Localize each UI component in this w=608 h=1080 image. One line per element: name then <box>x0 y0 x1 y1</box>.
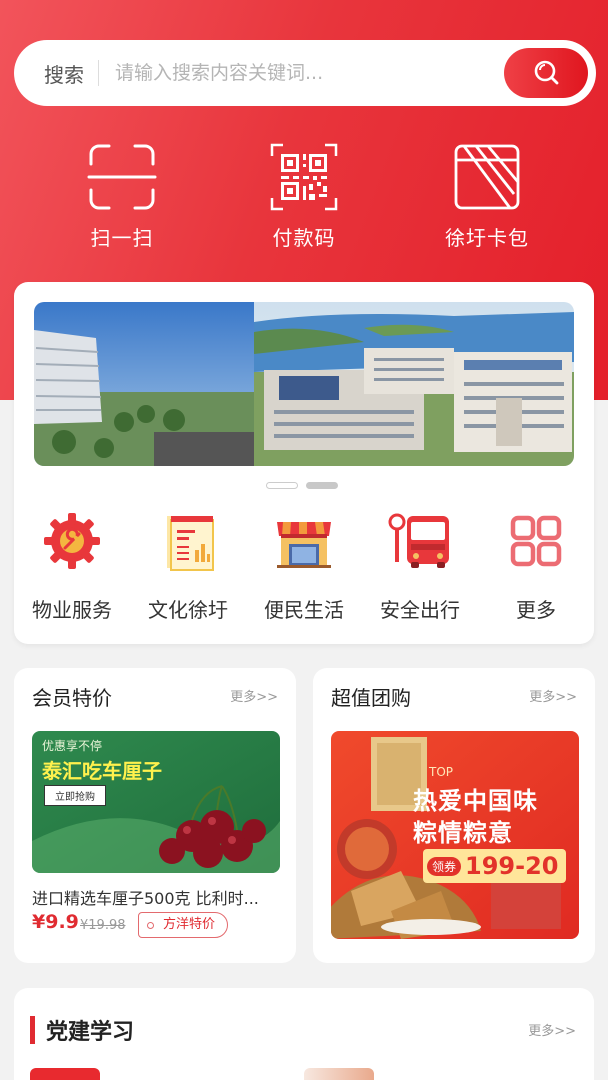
party-study-more-link[interactable]: 更多>> <box>528 1020 576 1039</box>
member-product-name[interactable]: 进口精选车厘子500克 比利时... <box>32 885 282 909</box>
carousel-indicator <box>266 482 338 489</box>
article-thumbnail[interactable] <box>304 1068 374 1080</box>
group-buy-more-link[interactable]: 更多>> <box>529 686 577 705</box>
search-button[interactable] <box>504 48 588 98</box>
article-thumbnail[interactable] <box>30 1068 100 1080</box>
search-divider <box>98 60 99 86</box>
group-buy-card: 超值团购 更多>> TOP 热爱中国味 粽情粽意 领券 199-20 <box>313 668 595 963</box>
member-product-old-price: ¥19.98 <box>80 918 126 933</box>
top-label: TOP <box>429 765 454 779</box>
service-property[interactable]: 物业服务 <box>14 510 130 623</box>
service-label: 文化徐圩 <box>148 598 228 622</box>
tag-hole-icon <box>147 922 154 929</box>
special-price-tag-label: 方洋特价 <box>163 917 216 932</box>
qr-code-icon <box>270 143 338 211</box>
card-wallet-icon <box>454 144 520 210</box>
coupon-prefix: 领券 <box>427 856 462 876</box>
gear-wrench-icon <box>44 513 100 569</box>
service-label: 物业服务 <box>32 598 112 622</box>
grid-more-icon <box>510 515 562 567</box>
scan-label: 扫一扫 <box>90 226 154 250</box>
banner-image <box>34 302 574 466</box>
payment-code-label: 付款码 <box>272 226 336 250</box>
banner-line1: 热爱中国味 <box>413 787 538 815</box>
card-wallet-button[interactable]: 徐圩卡包 <box>422 142 552 251</box>
bus-icon <box>388 513 449 568</box>
banner-carousel[interactable] <box>34 302 574 466</box>
service-culture[interactable]: 文化徐圩 <box>130 510 246 623</box>
banner-buy-button[interactable]: 立即抢购 <box>44 785 106 806</box>
coupon-badge: 领券 199-20 <box>423 849 567 883</box>
carousel-dot[interactable] <box>266 482 298 489</box>
service-more[interactable]: 更多 <box>478 510 594 623</box>
group-buy-title: 超值团购 <box>331 686 411 710</box>
search-icon <box>534 60 559 85</box>
banner-top-text: 优惠享不停 <box>42 739 103 753</box>
search-bar: 搜索 <box>14 40 596 106</box>
member-price-title: 会员特价 <box>32 686 112 710</box>
service-label: 更多 <box>516 598 556 622</box>
banner-line2: 粽情粽意 <box>413 819 513 847</box>
scan-button[interactable]: 扫一扫 <box>57 142 187 251</box>
member-price-card: 会员特价 更多>> 优惠享不停 泰汇吃车厘子 立即抢购 进口精选车厘子500克 … <box>14 668 296 963</box>
payment-code-button[interactable]: 付款码 <box>239 142 369 251</box>
card-wallet-label: 徐圩卡包 <box>445 226 529 250</box>
coupon-value: 199-20 <box>465 852 559 880</box>
member-product-price: ¥9.9 <box>32 911 79 933</box>
service-label: 安全出行 <box>380 598 460 622</box>
carousel-dot-active[interactable] <box>306 482 338 489</box>
search-label: 搜索 <box>44 62 84 87</box>
member-price-more-link[interactable]: 更多>> <box>230 686 278 705</box>
search-input[interactable] <box>115 62 504 84</box>
section-accent-bar <box>30 1016 35 1044</box>
special-price-tag: 方洋特价 <box>138 912 229 938</box>
banner-main-text: 泰汇吃车厘子 <box>42 759 162 783</box>
member-product-image[interactable]: 优惠享不停 泰汇吃车厘子 立即抢购 <box>32 731 280 873</box>
party-study-card: 党建学习 更多>> <box>14 988 594 1080</box>
main-card: 物业服务 文化徐圩 便民生活 安全出行 更多 <box>14 282 594 644</box>
service-travel[interactable]: 安全出行 <box>362 510 478 623</box>
scan-icon <box>87 144 157 210</box>
group-buy-image[interactable]: TOP 热爱中国味 粽情粽意 领券 199-20 <box>331 731 579 939</box>
service-label: 便民生活 <box>264 598 344 622</box>
document-chart-icon <box>167 516 214 571</box>
storefront-icon <box>277 522 331 568</box>
party-study-title: 党建学习 <box>46 1020 135 1045</box>
service-life[interactable]: 便民生活 <box>246 510 362 623</box>
